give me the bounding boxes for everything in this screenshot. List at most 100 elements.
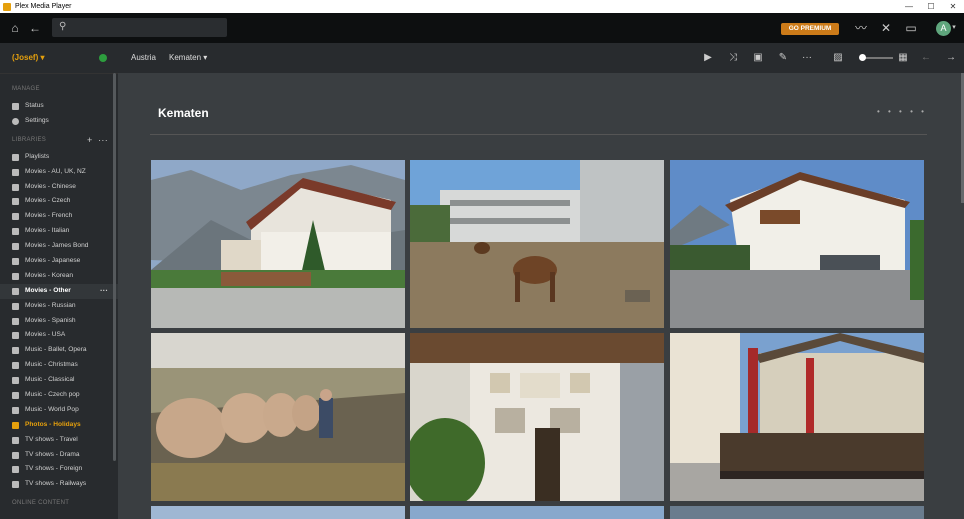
home-icon[interactable]: ⌂ bbox=[6, 19, 24, 37]
sidebar-item-library[interactable]: Movies - Other ··· bbox=[0, 283, 118, 299]
film-icon bbox=[12, 332, 19, 340]
photo-tile[interactable] bbox=[151, 506, 405, 519]
sidebar-item-library[interactable]: Movies - Italian bbox=[0, 224, 118, 239]
music-note-icon bbox=[12, 406, 19, 414]
pagination-dots[interactable]: • • • • • bbox=[877, 107, 927, 116]
plex-app-icon bbox=[3, 2, 11, 11]
film-icon bbox=[12, 272, 19, 280]
back-arrow-icon[interactable]: ← bbox=[26, 19, 44, 37]
film-icon bbox=[12, 228, 19, 236]
photo-tile[interactable] bbox=[410, 160, 664, 328]
top-bar: ⌂ ← ⚲ GO PREMIUM 〰 ✕ ▭ A ▾ bbox=[0, 13, 964, 43]
cast-icon[interactable]: ▭ bbox=[902, 19, 920, 37]
libraries-section-title: LIBRARIES + ··· bbox=[12, 133, 108, 147]
sidebar-item-library[interactable]: Music - World Pop bbox=[0, 403, 118, 418]
more-icon[interactable]: ··· bbox=[800, 51, 814, 65]
photo-tile[interactable] bbox=[670, 506, 924, 519]
tv-icon bbox=[12, 481, 19, 489]
film-icon bbox=[12, 317, 19, 325]
sidebar-item-status[interactable]: Status bbox=[0, 99, 118, 114]
more-options-icon[interactable]: ··· bbox=[100, 284, 108, 299]
sub-header: Austria Kematen ▾ ▶ ⤨ ▣ ✎ ··· ▨ ▦ ← → bbox=[118, 43, 964, 73]
sidebar-item-library[interactable]: Movies - Korean bbox=[0, 269, 118, 284]
sidebar-scrollbar[interactable] bbox=[113, 73, 116, 461]
sidebar-item-library[interactable]: Photos - Holidays bbox=[0, 418, 118, 433]
sidebar-item-library[interactable]: Playlists bbox=[0, 150, 118, 165]
gear-icon bbox=[12, 117, 19, 125]
tv-icon bbox=[12, 451, 19, 459]
sidebar: (Josef) ▾ MANAGE Status Settings LIBRARI… bbox=[0, 43, 118, 519]
music-note-icon bbox=[12, 377, 19, 385]
photo-tile[interactable] bbox=[151, 160, 405, 328]
maximize-button[interactable]: ☐ bbox=[920, 0, 942, 13]
sidebar-item-library[interactable]: TV shows - Railways bbox=[0, 477, 118, 492]
music-note-icon bbox=[12, 362, 19, 370]
tools-icon[interactable]: ✕ bbox=[877, 19, 895, 37]
breadcrumb-austria[interactable]: Austria bbox=[131, 53, 156, 62]
film-icon bbox=[12, 168, 19, 176]
activity-icon[interactable]: 〰 bbox=[852, 19, 870, 37]
online-content-title: ONLINE CONTENT bbox=[12, 500, 70, 507]
sidebar-item-library[interactable]: Music - Czech pop bbox=[0, 388, 118, 403]
slideshow-icon[interactable]: ▣ bbox=[751, 51, 765, 65]
window-title: Plex Media Player bbox=[15, 3, 72, 10]
manage-section-title: MANAGE bbox=[12, 86, 40, 92]
sidebar-item-library[interactable]: Movies - Chinese bbox=[0, 180, 118, 195]
sidebar-item-library[interactable]: Movies - James Bond bbox=[0, 239, 118, 254]
add-library-button[interactable]: + ··· bbox=[87, 133, 108, 147]
photo-tile[interactable] bbox=[670, 333, 924, 501]
play-icon[interactable]: ▶ bbox=[701, 51, 715, 65]
previous-arrow-icon[interactable]: ← bbox=[919, 51, 933, 65]
search-input[interactable]: ⚲ bbox=[52, 18, 227, 37]
main-content: Kematen • • • • • bbox=[118, 73, 964, 519]
sidebar-item-library[interactable]: Movies - USA bbox=[0, 328, 118, 343]
sidebar-item-library[interactable]: Music - Classical bbox=[0, 373, 118, 388]
sidebar-item-library[interactable]: Movies - Russian bbox=[0, 299, 118, 314]
photo-tile[interactable] bbox=[410, 333, 664, 501]
sidebar-item-library[interactable]: Music - Christmas bbox=[0, 358, 118, 373]
shuffle-icon[interactable]: ⤨ bbox=[726, 51, 740, 65]
sidebar-item-library[interactable]: TV shows - Travel bbox=[0, 433, 118, 448]
divider bbox=[150, 134, 927, 135]
tv-icon bbox=[12, 466, 19, 474]
grid-icon[interactable]: ▦ bbox=[896, 51, 910, 65]
film-icon bbox=[12, 258, 19, 266]
sidebar-item-library[interactable]: Movies - Spanish bbox=[0, 314, 118, 329]
music-note-icon bbox=[12, 392, 19, 400]
breadcrumb-kematen[interactable]: Kematen ▾ bbox=[169, 53, 207, 62]
playlist-icon bbox=[12, 153, 19, 161]
sidebar-item-library[interactable]: Movies - Czech bbox=[0, 194, 118, 209]
sidebar-item-library[interactable]: TV shows - Drama bbox=[0, 448, 118, 463]
image-view-icon[interactable]: ▨ bbox=[831, 51, 845, 65]
film-icon bbox=[12, 198, 19, 206]
close-window-button[interactable]: ✕ bbox=[942, 0, 964, 13]
sidebar-item-library[interactable]: Movies - AU, UK, NZ bbox=[0, 165, 118, 180]
photo-tile[interactable] bbox=[670, 160, 924, 328]
minimize-button[interactable]: — bbox=[898, 0, 920, 13]
search-icon: ⚲ bbox=[59, 21, 67, 32]
edit-icon[interactable]: ✎ bbox=[776, 51, 790, 65]
next-arrow-icon[interactable]: → bbox=[944, 51, 958, 65]
user-switcher[interactable]: (Josef) ▾ bbox=[12, 53, 44, 62]
film-icon bbox=[12, 243, 19, 251]
sidebar-item-library[interactable]: TV shows - Foreign bbox=[0, 462, 118, 477]
film-icon bbox=[12, 302, 19, 310]
photo-tile[interactable] bbox=[410, 506, 664, 519]
camera-icon bbox=[12, 421, 19, 429]
sidebar-item-library[interactable]: Music - Ballet, Opera bbox=[0, 343, 118, 358]
music-note-icon bbox=[12, 347, 19, 355]
photo-tile[interactable] bbox=[151, 333, 405, 501]
sidebar-item-library[interactable]: Movies - French bbox=[0, 209, 118, 224]
sidebar-item-library[interactable]: Movies - Japanese bbox=[0, 254, 118, 269]
go-premium-button[interactable]: GO PREMIUM bbox=[781, 23, 839, 35]
film-icon bbox=[12, 287, 19, 295]
chevron-down-icon[interactable]: ▾ bbox=[949, 19, 959, 37]
sidebar-item-settings[interactable]: Settings bbox=[0, 114, 118, 129]
window-titlebar: Plex Media Player — ☐ ✕ bbox=[0, 0, 964, 13]
zoom-slider-handle[interactable] bbox=[859, 54, 866, 61]
film-icon bbox=[12, 213, 19, 221]
activity-icon bbox=[12, 103, 19, 110]
tv-icon bbox=[12, 436, 19, 444]
server-status-icon[interactable] bbox=[99, 54, 107, 62]
page-title: Kematen bbox=[158, 106, 209, 120]
